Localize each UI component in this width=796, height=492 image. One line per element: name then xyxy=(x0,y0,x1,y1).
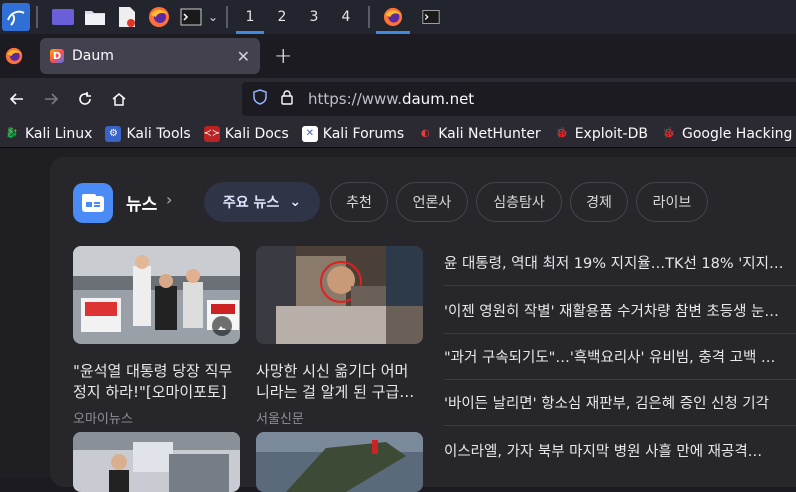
tab-daum[interactable]: D Daum ✕ xyxy=(40,38,260,74)
workspace-4[interactable]: 4 xyxy=(330,0,362,34)
headline-item[interactable]: 이스라엘, 가자 북부 마지막 병원 사흘 만에 재공격… xyxy=(444,440,790,461)
tab-label: 주요 뉴스 xyxy=(222,195,280,211)
divider xyxy=(444,333,796,334)
news-source[interactable]: 오마이뉴스 xyxy=(73,408,133,427)
tab-title: Daum xyxy=(72,48,114,64)
tab-label: 라이브 xyxy=(652,195,692,211)
kali-menu-icon[interactable] xyxy=(2,3,30,31)
bookmark-kali-tools[interactable]: ⚙ Kali Tools xyxy=(105,125,191,142)
firefox-launcher-icon[interactable] xyxy=(146,4,172,30)
caption-line: 니라는 걸 알게 된 구급… xyxy=(256,383,415,401)
workspace-2[interactable]: 2 xyxy=(266,0,298,34)
lock-icon[interactable] xyxy=(280,89,294,109)
firefox-view-icon[interactable] xyxy=(2,44,26,68)
panel-separator xyxy=(368,6,370,28)
bookmark-kali-docs[interactable]: ≺≻ Kali Docs xyxy=(203,125,289,142)
ghdb-icon: 🐞 xyxy=(662,128,676,139)
news-caption[interactable]: 사망한 시신 옮기다 어머 니라는 걸 알게 된 구급… xyxy=(256,361,426,403)
tab-press[interactable]: 언론사 xyxy=(396,182,468,222)
workspace-1[interactable]: 1 xyxy=(234,0,266,34)
taskbar-firefox-icon[interactable] xyxy=(376,4,410,34)
workspace-3[interactable]: 3 xyxy=(298,0,330,34)
bookmark-label: Google Hacking DB xyxy=(681,125,796,142)
page-content: 뉴스 › 주요 뉴스 ⌄ 추천 언론사 심층탐사 경제 라이브 "윤석열 대통령… xyxy=(0,149,796,492)
text-editor-icon[interactable] xyxy=(114,4,140,30)
back-button[interactable] xyxy=(0,82,34,116)
chevron-down-icon: ⌄ xyxy=(289,194,302,210)
divider xyxy=(444,379,796,380)
chevron-down-icon[interactable]: ⌄ xyxy=(206,4,220,30)
file-manager-icon[interactable] xyxy=(82,4,108,30)
bookmark-kali-linux[interactable]: 🐉 Kali Linux xyxy=(4,125,93,142)
new-tab-button[interactable]: + xyxy=(274,44,292,69)
news-thumbnail-missile[interactable] xyxy=(256,432,423,492)
bookmark-kali-forums[interactable]: ✕ Kali Forums xyxy=(301,125,405,142)
tracking-shield-icon[interactable] xyxy=(252,89,268,109)
caption-line: "윤석열 대통령 당장 직무 xyxy=(73,362,233,380)
headline-item[interactable]: '이젠 영원히 작별' 재활용품 수거차량 참변 초등생 눈… xyxy=(444,300,790,321)
url-bar[interactable]: https://www.daum.net xyxy=(242,82,796,116)
news-icon xyxy=(73,183,113,223)
home-button[interactable] xyxy=(102,82,136,116)
terminal-launcher-icon[interactable] xyxy=(178,4,204,30)
tab-strip: D Daum ✕ + xyxy=(0,34,796,78)
tab-deep-dive[interactable]: 심층탐사 xyxy=(476,182,562,222)
headline-item[interactable]: 윤 대통령, 역대 최저 19% 지지율…TK선 18% '지지… xyxy=(444,252,790,273)
bookmark-label: Kali Tools xyxy=(126,125,191,142)
daum-favicon-icon: D xyxy=(50,49,64,63)
kali-docs-icon: ≺≻ xyxy=(203,125,220,142)
bookmark-google-hacking-db[interactable]: 🐞 Google Hacking DB xyxy=(661,126,796,142)
bookmark-label: Kali Forums xyxy=(322,125,405,142)
news-caption[interactable]: "윤석열 대통령 당장 직무 정지 하라!"[오마이포토] xyxy=(73,361,243,403)
divider xyxy=(444,425,796,426)
tab-label: 경제 xyxy=(586,195,612,211)
bookmark-exploit-db[interactable]: 🐞 Exploit-DB xyxy=(554,126,648,142)
taskbar-terminal-icon[interactable] xyxy=(418,4,444,30)
tab-main-news[interactable]: 주요 뉴스 ⌄ xyxy=(204,182,320,222)
panel-separator xyxy=(226,6,228,28)
url-prefix: https://www. xyxy=(308,90,402,108)
kali-tools-icon: ⚙ xyxy=(105,125,122,142)
exploitdb-icon: 🐞 xyxy=(555,128,568,139)
kali-forums-icon: ✕ xyxy=(301,125,318,142)
tab-label: 심층탐사 xyxy=(493,195,545,211)
desktop-icon[interactable] xyxy=(50,4,76,30)
bookmark-label: Kali Docs xyxy=(224,125,289,142)
news-card: 뉴스 › 주요 뉴스 ⌄ 추천 언론사 심층탐사 경제 라이브 "윤석열 대통령… xyxy=(50,157,796,492)
divider xyxy=(444,285,796,286)
bookmark-label: Kali Linux xyxy=(25,125,93,142)
headline-item[interactable]: "과거 구속되기도"…'흑백요리사' 유비빔, 충격 고백 … xyxy=(444,346,790,367)
news-source[interactable]: 서울신문 xyxy=(256,408,304,427)
close-tab-icon[interactable]: ✕ xyxy=(237,47,250,66)
news-section-title[interactable]: 뉴스 xyxy=(126,190,157,215)
chevron-right-icon[interactable]: › xyxy=(166,190,172,209)
caption-line: 정지 하라!"[오마이포토] xyxy=(73,383,227,401)
tab-label: 언론사 xyxy=(412,195,452,211)
bookmark-label: Kali NetHunter xyxy=(438,125,541,142)
url-domain: daum.net xyxy=(401,90,475,108)
reload-button[interactable] xyxy=(68,82,102,116)
tab-live[interactable]: 라이브 xyxy=(636,182,708,222)
url-text[interactable]: https://www.daum.net xyxy=(308,90,474,108)
news-thumbnail-protest[interactable] xyxy=(73,246,240,344)
nethunter-icon: ◐ xyxy=(420,128,430,139)
forward-button[interactable] xyxy=(34,82,68,116)
kali-dragon-icon: 🐉 xyxy=(5,128,19,139)
panel-separator xyxy=(36,6,38,28)
bookmark-kali-nethunter[interactable]: ◐ Kali NetHunter xyxy=(417,125,541,142)
top-panel: ⌄ 1 2 3 4 xyxy=(0,0,796,34)
bookmarks-toolbar: 🐉 Kali Linux ⚙ Kali Tools ≺≻ Kali Docs ✕… xyxy=(0,120,796,148)
tab-label: 추천 xyxy=(346,195,372,211)
tab-economy[interactable]: 경제 xyxy=(570,182,628,222)
bookmark-label: Exploit-DB xyxy=(574,125,648,142)
headline-item[interactable]: '바이든 날리면' 항소심 재판부, 김은혜 증인 신청 기각 xyxy=(444,392,790,413)
tab-recommend[interactable]: 추천 xyxy=(330,182,388,222)
caption-line: 사망한 시신 옮기다 어머 xyxy=(256,362,409,380)
photo-gallery-icon xyxy=(212,316,232,336)
news-thumbnail-gaza[interactable] xyxy=(256,246,423,344)
navigation-bar: https://www.daum.net xyxy=(0,78,796,120)
news-thumbnail-car[interactable] xyxy=(73,432,240,492)
